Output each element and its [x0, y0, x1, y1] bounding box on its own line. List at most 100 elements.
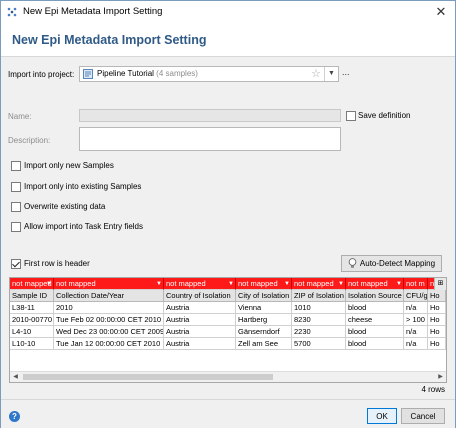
- column-header[interactable]: ZIP of Isolation: [292, 290, 346, 302]
- scroll-right-icon[interactable]: ▶: [435, 372, 446, 382]
- column-mapping-select[interactable]: not mapped ▼: [236, 278, 292, 290]
- table-cell: Hartberg: [236, 314, 292, 326]
- table-menu-icon[interactable]: ⊞: [434, 278, 446, 290]
- auto-detect-label: Auto-Detect Mapping: [359, 259, 436, 268]
- table-cell: Austria: [164, 314, 236, 326]
- project-select[interactable]: Pipeline Tutorial (4 samples) ☆ ▼: [79, 66, 339, 82]
- task-entry-checkbox[interactable]: [11, 222, 21, 232]
- column-mapping-select[interactable]: not mapped ▼: [164, 278, 236, 290]
- table-cell: blood: [346, 338, 404, 350]
- name-input[interactable]: [79, 109, 341, 122]
- table-cell: 8230: [292, 314, 346, 326]
- description-input[interactable]: [79, 127, 341, 151]
- table-cell: Ho: [428, 314, 446, 326]
- import-new-samples-checkbox[interactable]: [11, 161, 21, 171]
- table-cell: Austria: [164, 302, 236, 314]
- table-cell: 2010: [54, 302, 164, 314]
- chevron-down-icon: ▼: [228, 281, 234, 287]
- import-existing-samples-label: Import only into existing Samples: [24, 182, 142, 191]
- scroll-left-icon[interactable]: ◀: [10, 372, 21, 382]
- chevron-down-icon: ▼: [396, 281, 402, 287]
- first-row-header-label: First row is header: [24, 259, 90, 268]
- import-preview-table[interactable]: not mapped ▼ not mapped ▼ not mapped ▼ not …: [9, 277, 447, 383]
- title-bar: New Epi Metadata Import Setting ✕: [1, 1, 455, 23]
- table-cell: Zell am See: [236, 338, 292, 350]
- column-mapping-select[interactable]: not mapped ▼: [346, 278, 404, 290]
- scrollbar-thumb[interactable]: [23, 374, 273, 380]
- import-new-samples-label: Import only new Samples: [24, 161, 114, 170]
- dialog-header: New Epi Metadata Import Setting: [1, 23, 455, 57]
- table-row[interactable]: L4-10 Wed Dec 23 00:00:00 CET 2009 Austr…: [10, 326, 446, 338]
- save-definition-label: Save definition: [358, 111, 411, 120]
- table-cell: Ho: [428, 326, 446, 338]
- table-row[interactable]: 2010-00770 Tue Feb 02 00:00:00 CET 2010 …: [10, 314, 446, 326]
- table-cell: blood: [346, 302, 404, 314]
- project-icon: [83, 69, 93, 79]
- close-icon[interactable]: ✕: [433, 4, 449, 20]
- column-mapping-select[interactable]: not mapped ▼: [10, 278, 54, 290]
- column-header[interactable]: Country of Isolation: [164, 290, 236, 302]
- column-mapping-select[interactable]: not mapped ▼: [292, 278, 346, 290]
- help-icon[interactable]: ?: [9, 411, 20, 422]
- column-header[interactable]: Collection Date/Year: [54, 290, 164, 302]
- import-existing-samples-checkbox[interactable]: [11, 182, 21, 192]
- column-mapping-select[interactable]: not mapped ▼: [54, 278, 164, 290]
- table-cell: Vienna: [236, 302, 292, 314]
- lightbulb-icon: [348, 258, 357, 268]
- app-icon: [7, 7, 17, 17]
- task-entry-label: Allow import into Task Entry fields: [24, 222, 144, 231]
- table-cell: L38-11: [10, 302, 54, 314]
- table-cell: Ho: [428, 338, 446, 350]
- name-label: Name:: [8, 112, 32, 121]
- column-header[interactable]: City of Isolation: [236, 290, 292, 302]
- ok-button[interactable]: OK: [367, 408, 397, 424]
- table-cell: L10-10: [10, 338, 54, 350]
- overwrite-data-label: Overwrite existing data: [24, 202, 106, 211]
- table-cell: 2010-00770: [10, 314, 54, 326]
- table-cell: n/a: [404, 338, 428, 350]
- chevron-down-icon: ▼: [338, 281, 344, 287]
- column-header[interactable]: CFU/g: [404, 290, 428, 302]
- favorite-star-icon[interactable]: ☆: [311, 67, 321, 81]
- chevron-down-icon: ▼: [156, 281, 162, 287]
- project-sample-count: (4 samples): [156, 69, 198, 78]
- overwrite-data-checkbox[interactable]: [11, 202, 21, 212]
- column-mapping-select[interactable]: not m: [404, 278, 428, 290]
- table-cell: Tue Jan 12 00:00:00 CET 2010: [54, 338, 164, 350]
- table-cell: Tue Feb 02 00:00:00 CET 2010: [54, 314, 164, 326]
- table-cell: 2230: [292, 326, 346, 338]
- table-cell: cheese: [346, 314, 404, 326]
- description-label: Description:: [8, 136, 51, 145]
- project-value: Pipeline Tutorial (4 samples): [97, 69, 198, 78]
- project-name: Pipeline Tutorial: [97, 69, 154, 78]
- table-row[interactable]: L10-10 Tue Jan 12 00:00:00 CET 2010 Aust…: [10, 338, 446, 350]
- dialog-window: New Epi Metadata Import Setting ✕ New Ep…: [0, 0, 456, 428]
- horizontal-scrollbar[interactable]: ◀ ▶: [10, 371, 446, 382]
- column-header[interactable]: Ho: [428, 290, 446, 302]
- chevron-down-icon: ▼: [284, 281, 290, 287]
- browse-project-button[interactable]: ...: [342, 67, 350, 77]
- window-title: New Epi Metadata Import Setting: [23, 6, 163, 17]
- table-cell: L4-10: [10, 326, 54, 338]
- table-cell: Wed Dec 23 00:00:00 CET 2009: [54, 326, 164, 338]
- table-cell: Gänserndorf: [236, 326, 292, 338]
- table-cell: n/a: [404, 302, 428, 314]
- table-cell: Ho: [428, 302, 446, 314]
- auto-detect-mapping-button[interactable]: Auto-Detect Mapping: [341, 255, 442, 272]
- cancel-button[interactable]: Cancel: [401, 408, 445, 424]
- table-cell: 1010: [292, 302, 346, 314]
- table-cell: Austria: [164, 338, 236, 350]
- project-label: Import into project:: [8, 70, 75, 79]
- save-definition-checkbox[interactable]: [346, 111, 356, 121]
- dialog-heading: New Epi Metadata Import Setting: [12, 33, 207, 47]
- table-row[interactable]: L38-11 2010 Austria Vienna 1010 blood n/…: [10, 302, 446, 314]
- table-cell: > 100: [404, 314, 428, 326]
- first-row-header-checkbox[interactable]: [11, 259, 21, 269]
- table-cell: n/a: [404, 326, 428, 338]
- chevron-down-icon[interactable]: ▼: [324, 67, 338, 81]
- column-header[interactable]: Sample ID: [10, 290, 54, 302]
- column-header[interactable]: Isolation Source: [346, 290, 404, 302]
- table-cell: 5700: [292, 338, 346, 350]
- chevron-down-icon: ▼: [46, 281, 52, 287]
- mapping-row: not mapped ▼ not mapped ▼ not mapped ▼ not …: [10, 278, 440, 290]
